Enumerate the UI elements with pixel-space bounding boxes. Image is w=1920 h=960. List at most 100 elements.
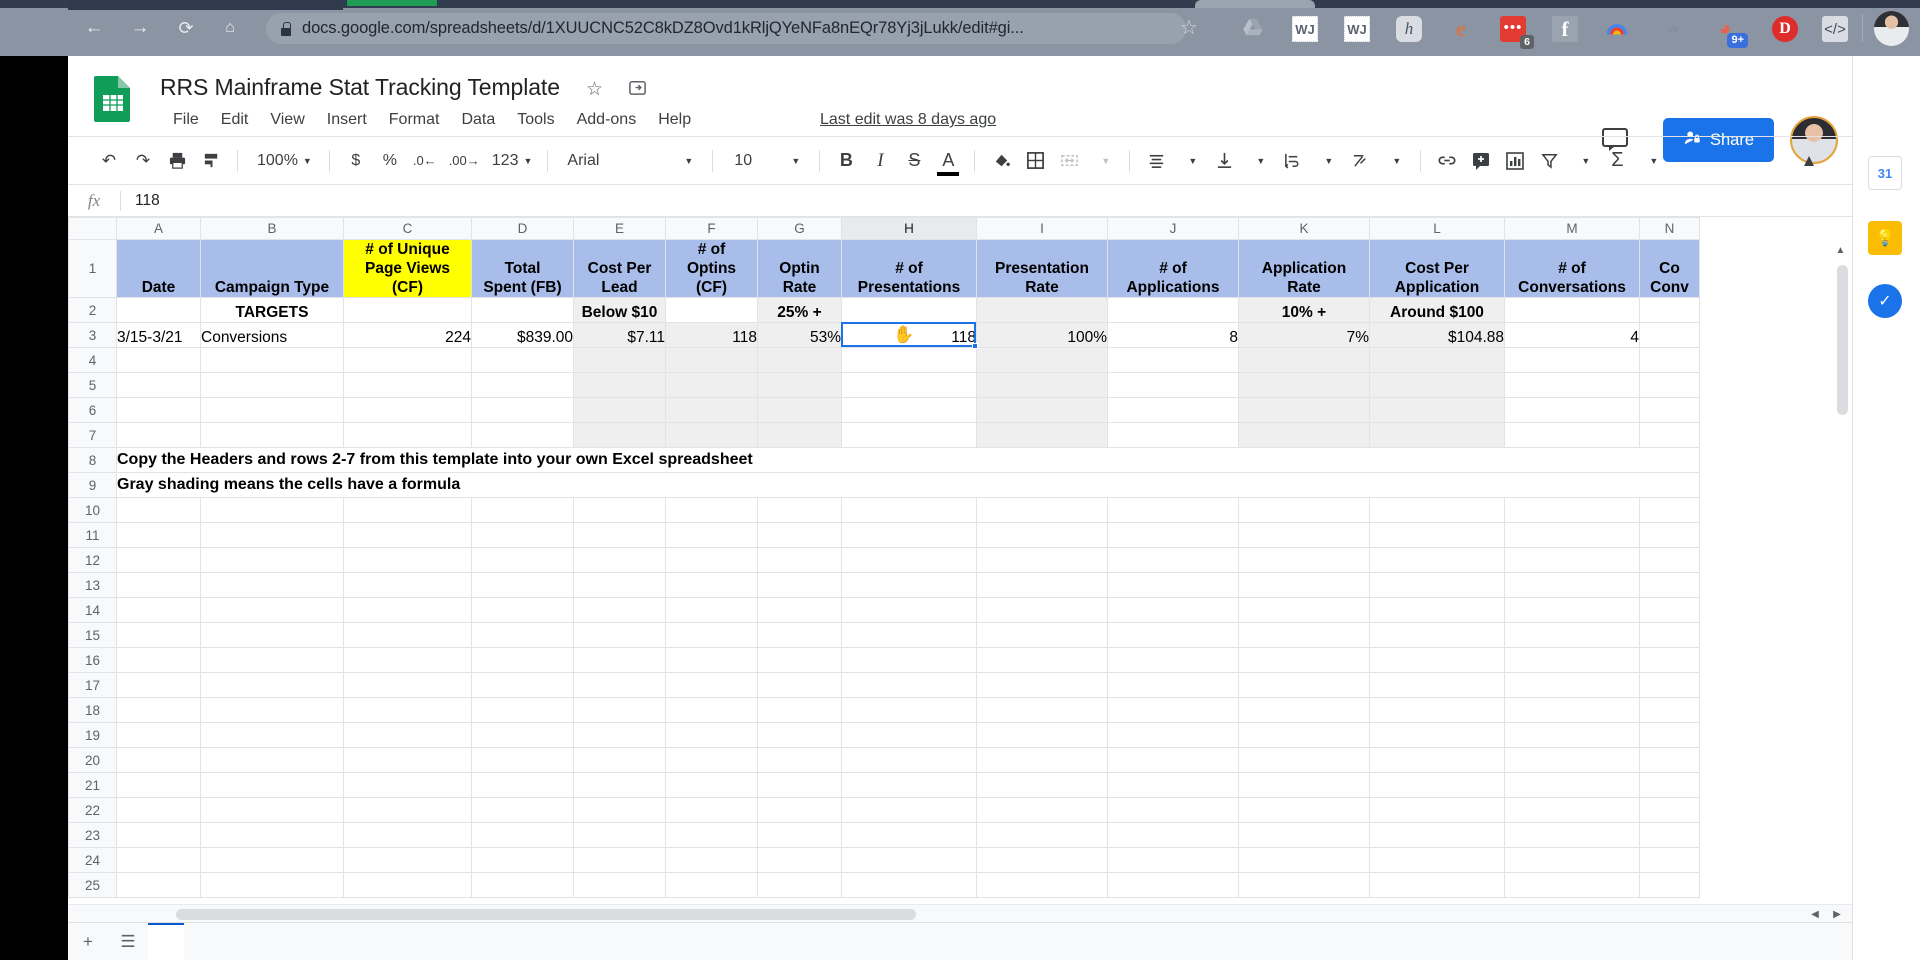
cell-K3[interactable]: 7% [1238, 322, 1370, 348]
reload-icon[interactable]: ⟳ [172, 14, 200, 42]
cell-J3[interactable]: 8 [1107, 322, 1239, 348]
row-header-21[interactable]: 21 [68, 772, 117, 798]
cell-N10[interactable] [1639, 497, 1700, 523]
row-header-12[interactable]: 12 [68, 547, 117, 573]
cell-H21[interactable] [841, 772, 977, 798]
currency-format-button[interactable]: $ [339, 144, 373, 178]
horizontal-align-caret[interactable]: ▼ [1173, 144, 1207, 178]
cell-M24[interactable] [1504, 847, 1640, 873]
cell-H20[interactable] [841, 747, 977, 773]
vertical-align-icon[interactable] [1207, 144, 1241, 178]
cell-B16[interactable] [200, 647, 344, 673]
row-header-8[interactable]: 8 [68, 447, 117, 473]
cell-J10[interactable] [1107, 497, 1239, 523]
cell-L21[interactable] [1369, 772, 1505, 798]
cell-A12[interactable] [116, 547, 201, 573]
google-tasks-icon[interactable]: ✓ [1868, 284, 1902, 318]
cell-J21[interactable] [1107, 772, 1239, 798]
cell-M15[interactable] [1504, 622, 1640, 648]
cell-K15[interactable] [1238, 622, 1370, 648]
cell-B7[interactable] [200, 422, 344, 448]
insert-chart-icon[interactable] [1498, 144, 1532, 178]
cell-F22[interactable] [665, 797, 758, 823]
browser-profile-avatar[interactable] [1874, 11, 1909, 46]
row-header-14[interactable]: 14 [68, 597, 117, 623]
cell-D24[interactable] [471, 847, 574, 873]
cell-C13[interactable] [343, 572, 472, 598]
cell-L11[interactable] [1369, 522, 1505, 548]
cell-L25[interactable] [1369, 872, 1505, 898]
cell-H25[interactable] [841, 872, 977, 898]
row-header-20[interactable]: 20 [68, 747, 117, 773]
cell-J20[interactable] [1107, 747, 1239, 773]
cell-A17[interactable] [116, 672, 201, 698]
document-title[interactable]: RRS Mainframe Stat Tracking Template [160, 74, 560, 101]
cell-C10[interactable] [343, 497, 472, 523]
cell-M20[interactable] [1504, 747, 1640, 773]
menu-item-file[interactable]: File [162, 108, 210, 132]
cell-F6[interactable] [665, 397, 758, 423]
cell-G20[interactable] [757, 747, 842, 773]
cell-J16[interactable] [1107, 647, 1239, 673]
rainbow-extension-icon[interactable] [1604, 16, 1630, 42]
cell-G10[interactable] [757, 497, 842, 523]
header-cell-k[interactable]: Application Rate [1238, 239, 1370, 298]
cell-J14[interactable] [1107, 597, 1239, 623]
cell-C5[interactable] [343, 372, 472, 398]
cell-B14[interactable] [200, 597, 344, 623]
cell-E3[interactable]: $7.11 [573, 322, 666, 348]
cell-I2[interactable] [976, 297, 1108, 323]
cell-J12[interactable] [1107, 547, 1239, 573]
header-cell-j[interactable]: # of Applications [1107, 239, 1239, 298]
cell-N13[interactable] [1639, 572, 1700, 598]
cell-B2[interactable]: TARGETS [200, 297, 344, 323]
row-header-25[interactable]: 25 [68, 872, 117, 898]
cell-L14[interactable] [1369, 597, 1505, 623]
cell-I3[interactable]: 100% [976, 322, 1108, 348]
cell-K18[interactable] [1238, 697, 1370, 723]
header-cell-b[interactable]: Campaign Type [200, 239, 344, 298]
cell-D19[interactable] [471, 722, 574, 748]
cell-H5[interactable] [841, 372, 977, 398]
cell-H15[interactable] [841, 622, 977, 648]
cell-C23[interactable] [343, 822, 472, 848]
cell-D23[interactable] [471, 822, 574, 848]
cell-I5[interactable] [976, 372, 1108, 398]
cell-M25[interactable] [1504, 872, 1640, 898]
text-wrap-caret[interactable]: ▼ [1309, 144, 1343, 178]
cell-J25[interactable] [1107, 872, 1239, 898]
cell-C3[interactable]: 224 [343, 322, 472, 348]
text-wrap-icon[interactable] [1275, 144, 1309, 178]
cell-K10[interactable] [1238, 497, 1370, 523]
cell-K12[interactable] [1238, 547, 1370, 573]
decrease-decimal-button[interactable]: .0← [407, 144, 443, 178]
cell-K25[interactable] [1238, 872, 1370, 898]
cell-C24[interactable] [343, 847, 472, 873]
cell-L7[interactable] [1369, 422, 1505, 448]
google-drive-icon[interactable] [1240, 16, 1266, 42]
text-color-button[interactable]: A [931, 144, 965, 178]
column-header-h[interactable]: H [841, 217, 977, 240]
cell-I19[interactable] [976, 722, 1108, 748]
cell-B15[interactable] [200, 622, 344, 648]
cell-H6[interactable] [841, 397, 977, 423]
cell-M21[interactable] [1504, 772, 1640, 798]
cell-H17[interactable] [841, 672, 977, 698]
cell-I6[interactable] [976, 397, 1108, 423]
cell-J22[interactable] [1107, 797, 1239, 823]
cell-K17[interactable] [1238, 672, 1370, 698]
cell-A18[interactable] [116, 697, 201, 723]
row-header-17[interactable]: 17 [68, 672, 117, 698]
cell-D13[interactable] [471, 572, 574, 598]
sigma-functions-icon[interactable]: Σ [1600, 144, 1634, 178]
cell-B11[interactable] [200, 522, 344, 548]
column-header-c[interactable]: C [343, 217, 472, 240]
header-cell-a[interactable]: Date [116, 239, 201, 298]
cell-C14[interactable] [343, 597, 472, 623]
print-icon[interactable] [160, 144, 194, 178]
cell-B25[interactable] [200, 872, 344, 898]
italic-button[interactable]: I [863, 144, 897, 178]
cell-J19[interactable] [1107, 722, 1239, 748]
cell-D7[interactable] [471, 422, 574, 448]
cell-K20[interactable] [1238, 747, 1370, 773]
